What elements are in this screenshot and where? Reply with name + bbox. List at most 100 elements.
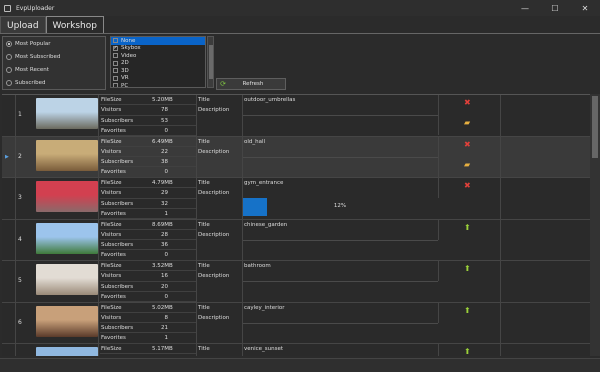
tag-item[interactable]: 2D: [111, 60, 205, 68]
action-cell[interactable]: ⬆: [438, 219, 500, 240]
tag-checkbox[interactable]: [113, 53, 118, 59]
radio-button[interactable]: [6, 53, 12, 60]
item-title[interactable]: venice_sunset: [244, 346, 283, 352]
sort-option[interactable]: Subscribed: [3, 76, 105, 89]
title-label: Title: [198, 263, 210, 269]
tag-item[interactable]: 3D: [111, 67, 205, 75]
action-cell[interactable]: ✖: [438, 136, 500, 157]
tag-list-scrollbar[interactable]: [207, 36, 214, 88]
sort-option-label: Subscribed: [15, 79, 46, 86]
tag-checkbox[interactable]: ✓: [113, 45, 118, 51]
upload-progress: 12%: [242, 198, 438, 216]
row-header[interactable]: [2, 95, 16, 136]
row-header[interactable]: [2, 261, 16, 302]
upload-icon[interactable]: ⬆: [464, 348, 471, 356]
tag-list[interactable]: None ✓ Skybox Video 2D 3D VR PC: [110, 36, 206, 88]
close-button[interactable]: ✕: [570, 0, 600, 16]
stat-file-size: FileSize 5.17MB: [100, 344, 196, 355]
table-row[interactable]: 7FileSize5.17MBVisitors7SubscribersFavor…: [2, 344, 590, 356]
description-label: Description: [198, 273, 230, 279]
sort-option[interactable]: Most Recent: [3, 63, 105, 76]
stat-value: 38: [161, 159, 168, 166]
delete-icon[interactable]: ✖: [464, 182, 471, 190]
action-cell[interactable]: ✖: [438, 178, 500, 198]
action-cell[interactable]: ✖: [438, 95, 500, 115]
stat-value: 16: [161, 273, 168, 280]
tag-item[interactable]: PC: [111, 82, 205, 87]
radio-button[interactable]: [6, 40, 12, 47]
tab-upload[interactable]: Upload: [0, 16, 46, 34]
item-title[interactable]: bathroom: [244, 263, 271, 269]
table-row[interactable]: 6 FileSize 5.02MB Visitors 8 Subscribers 21 Fav…: [2, 302, 590, 344]
action-cell[interactable]: ▰: [438, 156, 500, 177]
row-number: 2: [18, 152, 22, 160]
maximize-button[interactable]: ☐: [540, 0, 570, 16]
sort-option[interactable]: Most Popular: [3, 37, 105, 50]
stat-value: 4.79MB: [152, 180, 173, 186]
delete-icon[interactable]: ✖: [464, 140, 471, 149]
sort-option[interactable]: Most Subscribed: [3, 50, 105, 63]
row-header[interactable]: ▶: [2, 136, 16, 177]
radio-button[interactable]: [6, 66, 12, 73]
upload-icon[interactable]: ⬆: [464, 265, 471, 273]
action-cell[interactable]: ⬆: [438, 261, 500, 281]
description-field[interactable]: [242, 156, 438, 177]
item-title[interactable]: gym_entrance: [244, 180, 283, 186]
delete-icon[interactable]: ✖: [464, 99, 471, 107]
minimize-button[interactable]: —: [510, 0, 540, 16]
tag-item[interactable]: None: [111, 37, 205, 45]
stat-visitors: Visitors7: [100, 354, 196, 356]
row-header[interactable]: [2, 344, 16, 356]
item-title[interactable]: chinese_garden: [244, 222, 287, 228]
refresh-button[interactable]: ⟳ Refresh: [216, 78, 286, 90]
stat-value: 32: [161, 200, 168, 207]
tab-workshop[interactable]: Workshop: [45, 16, 104, 34]
description-field[interactable]: [242, 115, 438, 135]
tag-item[interactable]: VR: [111, 75, 205, 83]
folder-icon[interactable]: ▰: [464, 119, 470, 127]
tag-label: Video: [121, 52, 137, 59]
tag-checkbox[interactable]: [113, 60, 118, 66]
folder-icon[interactable]: ▰: [464, 160, 470, 169]
stat-label: FileSize: [101, 346, 122, 352]
tag-checkbox[interactable]: [113, 83, 118, 87]
description-field[interactable]: [242, 322, 438, 343]
stat-label: FileSize: [101, 97, 122, 103]
item-title[interactable]: outdoor_umbrellas: [244, 97, 295, 103]
item-title[interactable]: old_hall: [244, 139, 265, 145]
table-row[interactable]: 1 FileSize 5.20MB Visitors 78 Subscribers 53 Fa…: [2, 95, 590, 137]
description-field[interactable]: [242, 281, 438, 301]
radio-button[interactable]: [6, 79, 12, 86]
sort-option-label: Most Subscribed: [15, 53, 61, 60]
tag-checkbox[interactable]: [113, 75, 118, 81]
tag-checkbox[interactable]: [113, 38, 118, 44]
row-header[interactable]: [2, 302, 16, 343]
table-row[interactable]: 5 FileSize 3.52MB Visitors 16 Subscribers 20 Fa…: [2, 261, 590, 303]
stat-value: 29: [161, 190, 168, 197]
tag-list-scroll-thumb[interactable]: [209, 45, 213, 79]
stat-label: Favorites: [101, 293, 126, 300]
tag-checkbox[interactable]: [113, 68, 118, 74]
stat-value: 8: [164, 314, 169, 321]
description-field[interactable]: [242, 239, 438, 260]
tag-item[interactable]: Video: [111, 52, 205, 60]
tag-item[interactable]: ✓ Skybox: [111, 45, 205, 53]
action-cell[interactable]: ⬆: [438, 302, 500, 323]
action-cell[interactable]: ⬆: [438, 344, 500, 356]
stat-label: Favorites: [101, 335, 126, 342]
stat-favorites: Favorites 1: [100, 209, 196, 220]
table-row[interactable]: ▶ 2 FileSize 6.49MB Visitors 22 Subscribers 38 F…: [2, 136, 590, 178]
stat-label: Subscribers: [101, 283, 134, 290]
grid-scrollbar[interactable]: [590, 94, 600, 356]
row-header[interactable]: [2, 178, 16, 219]
table-row[interactable]: 3 FileSize 4.79MB Visitors 29 Subscribers 32 Fa…: [2, 178, 590, 220]
tab-bar: Upload Workshop: [0, 16, 104, 34]
grid-scroll-thumb[interactable]: [592, 96, 598, 158]
table-row[interactable]: 4 FileSize 8.69MB Visitors 28 Subscribers 36 Fa…: [2, 219, 590, 261]
upload-icon[interactable]: ⬆: [464, 223, 471, 232]
upload-icon[interactable]: ⬆: [464, 306, 471, 315]
row-header[interactable]: [2, 219, 16, 260]
action-cell[interactable]: ▰: [438, 115, 500, 135]
item-title[interactable]: cayley_interior: [244, 305, 285, 311]
stat-visitors: Visitors 29: [100, 188, 196, 199]
